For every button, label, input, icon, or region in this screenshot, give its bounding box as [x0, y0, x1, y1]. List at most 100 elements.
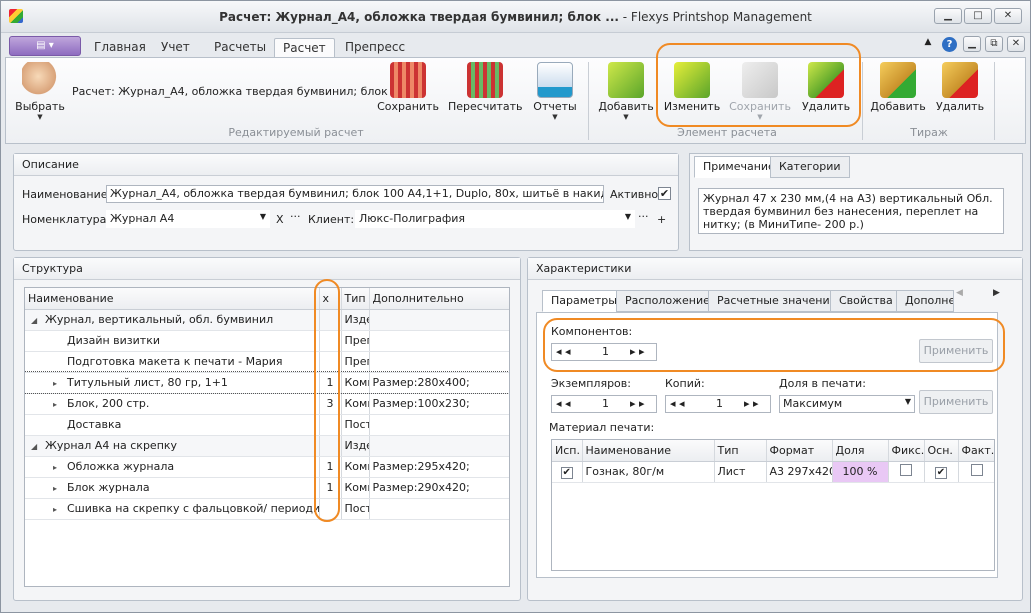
- tree-cell-type[interactable]: Пости: [341, 498, 370, 520]
- expander-icon[interactable]: ◢: [31, 442, 45, 451]
- add-client-button[interactable]: +: [657, 213, 666, 226]
- tree-cell-x[interactable]: 3: [319, 393, 342, 415]
- tree-cell-extra[interactable]: [369, 414, 509, 436]
- collapse-ribbon-icon[interactable]: ▲: [921, 37, 935, 47]
- tab-accounting[interactable]: Учет: [153, 38, 198, 58]
- column-use[interactable]: Исп.: [552, 440, 583, 462]
- column-fact[interactable]: Факт.: [958, 440, 994, 462]
- tab-home[interactable]: Главная: [86, 38, 154, 58]
- mdi-restore-button[interactable]: ⧉: [985, 36, 1003, 52]
- table-row[interactable]: ▸Блок журнала1КомпРазмер:290x420;: [25, 477, 509, 499]
- table-row[interactable]: Доставка Пости: [25, 414, 509, 436]
- tree-cell-name[interactable]: Дизайн визитки: [25, 330, 320, 352]
- column-extra[interactable]: Дополнительно: [369, 288, 509, 310]
- material-cell-fix[interactable]: [888, 461, 925, 483]
- tree-cell-name[interactable]: Доставка: [25, 414, 320, 436]
- table-row[interactable]: ▸Титульный лист, 80 гр, 1+11КомпРазмер:2…: [25, 371, 509, 394]
- expander-icon[interactable]: ▸: [53, 379, 67, 388]
- apply-copies-button[interactable]: Применить: [919, 390, 993, 414]
- minimize-button[interactable]: ▁: [934, 8, 962, 24]
- tab-prepress[interactable]: Препресс: [337, 38, 413, 58]
- expander-icon[interactable]: ▸: [53, 400, 67, 409]
- delete-element-button[interactable]: Удалить: [798, 58, 854, 113]
- client-more-button[interactable]: ···: [638, 210, 649, 223]
- table-row[interactable]: ▸Блок, 200 стр.3КомпРазмер:100x230;: [25, 393, 509, 415]
- tree-cell-type[interactable]: Комп: [341, 456, 370, 478]
- column-fix[interactable]: Фикс.: [888, 440, 925, 462]
- column-format[interactable]: Формат: [766, 440, 833, 462]
- table-row[interactable]: Дизайн визитки Преп: [25, 330, 509, 352]
- table-row[interactable]: ◢Журнал, вертикальный, обл. бумвинил Изде: [25, 309, 509, 331]
- tree-cell-type[interactable]: Изде: [341, 309, 370, 331]
- tree-cell-type[interactable]: Комп: [341, 393, 370, 415]
- tree-cell-x[interactable]: [319, 309, 342, 331]
- table-row[interactable]: ◢Журнал А4 на скрепку Изде: [25, 435, 509, 457]
- checkbox-fix[interactable]: [900, 464, 912, 476]
- column-type[interactable]: Тип: [341, 288, 370, 310]
- expander-icon[interactable]: ▸: [53, 484, 67, 493]
- nomenclature-more-button[interactable]: ···: [290, 210, 301, 223]
- tree-cell-x[interactable]: 1: [319, 477, 342, 499]
- components-stepper[interactable]: ◂ ◂ 1 ▸ ▸: [551, 343, 657, 361]
- tab-parameters[interactable]: Параметры: [542, 290, 626, 312]
- edit-element-button[interactable]: Изменить: [662, 58, 722, 113]
- tree-cell-x[interactable]: [319, 414, 342, 436]
- tree-cell-name[interactable]: ▸ Блок журнала: [25, 477, 320, 499]
- tree-cell-name[interactable]: ▸ Блок, 200 стр.: [25, 393, 320, 415]
- material-cell-name[interactable]: Гознак, 80г/м: [582, 461, 715, 483]
- delete-run-button[interactable]: Удалить: [934, 58, 986, 113]
- tree-cell-x[interactable]: [319, 498, 342, 520]
- tree-cell-name[interactable]: Подготовка макета к печати - Мария: [25, 351, 320, 373]
- table-row[interactable]: ▸Обложка журнала1КомпРазмер:295x420;: [25, 456, 509, 478]
- tree-cell-name[interactable]: ◢ Журнал, вертикальный, обл. бумвинил: [25, 309, 320, 331]
- material-cell-format[interactable]: А3 297x420: [766, 461, 833, 483]
- tab-calculation[interactable]: Расчет: [274, 38, 335, 58]
- column-name[interactable]: Наименование: [25, 288, 320, 310]
- mdi-close-button[interactable]: ✕: [1007, 36, 1025, 52]
- client-select[interactable]: Люкс-Полиграфия ▼: [355, 210, 635, 228]
- tab-additional[interactable]: Дополнен: [896, 290, 954, 312]
- checkbox-use[interactable]: ✔: [560, 466, 573, 479]
- tree-cell-x[interactable]: [319, 330, 342, 352]
- clear-nomenclature-button[interactable]: X: [276, 213, 284, 226]
- maximize-button[interactable]: □: [964, 8, 992, 24]
- recalculate-button[interactable]: Пересчитать: [448, 58, 523, 113]
- close-button[interactable]: ✕: [994, 8, 1022, 24]
- tabs-prev-icon[interactable]: ◀: [956, 288, 963, 298]
- apply-components-button[interactable]: Применить: [919, 339, 993, 363]
- add-element-button[interactable]: Добавить ▼: [598, 58, 654, 121]
- tree-cell-name[interactable]: ◢ Журнал А4 на скрепку: [25, 435, 320, 457]
- select-button[interactable]: Выбрать ▼: [12, 58, 68, 121]
- tab-calc-values[interactable]: Расчетные значения: [708, 290, 846, 312]
- tree-cell-type[interactable]: Комп: [341, 477, 370, 499]
- material-cell-fact[interactable]: [958, 461, 994, 483]
- nomenclature-select[interactable]: Журнал А4 ▼: [106, 210, 270, 228]
- tree-cell-extra[interactable]: [369, 498, 509, 520]
- material-cell-main[interactable]: ✔: [924, 461, 959, 483]
- tab-properties[interactable]: Свойства: [830, 290, 902, 312]
- column-share[interactable]: Доля: [832, 440, 889, 462]
- tab-calculations[interactable]: Расчеты: [206, 38, 274, 58]
- save-element-button[interactable]: Сохранить ▼: [728, 58, 792, 121]
- tab-layout[interactable]: Расположение: [616, 290, 719, 312]
- tree-cell-extra[interactable]: [369, 309, 509, 331]
- checkbox-fact[interactable]: [971, 464, 983, 476]
- help-icon[interactable]: ?: [942, 37, 957, 52]
- tree-cell-name[interactable]: ▸ Титульный лист, 80 гр, 1+1: [25, 372, 320, 394]
- checkbox-main[interactable]: ✔: [935, 466, 947, 479]
- tree-cell-x[interactable]: 1: [319, 456, 342, 478]
- reports-button[interactable]: Отчеты ▼: [530, 58, 580, 121]
- tree-cell-extra[interactable]: [369, 351, 509, 373]
- material-cell-type[interactable]: Лист: [714, 461, 767, 483]
- table-row[interactable]: ▸ Сшивка на скрепку с фальцовкой/ периоди…: [25, 498, 509, 520]
- tree-cell-extra[interactable]: [369, 330, 509, 352]
- tree-cell-type[interactable]: Пости: [341, 414, 370, 436]
- tree-cell-type[interactable]: Изде: [341, 435, 370, 457]
- column-main[interactable]: Осн.: [924, 440, 959, 462]
- tree-cell-type[interactable]: Преп: [341, 330, 370, 352]
- tree-cell-name[interactable]: ▸ Сшивка на скрепку с фальцовкой/ периоди…: [25, 498, 320, 520]
- table-row[interactable]: ✔ Гознак, 80г/м Лист А3 297x420 100 % ✔: [552, 461, 994, 483]
- name-input[interactable]: Журнал_А4, обложка твердая бумвинил; бло…: [106, 185, 604, 203]
- tree-cell-name[interactable]: ▸ Обложка журнала: [25, 456, 320, 478]
- tab-categories[interactable]: Категории: [770, 156, 850, 178]
